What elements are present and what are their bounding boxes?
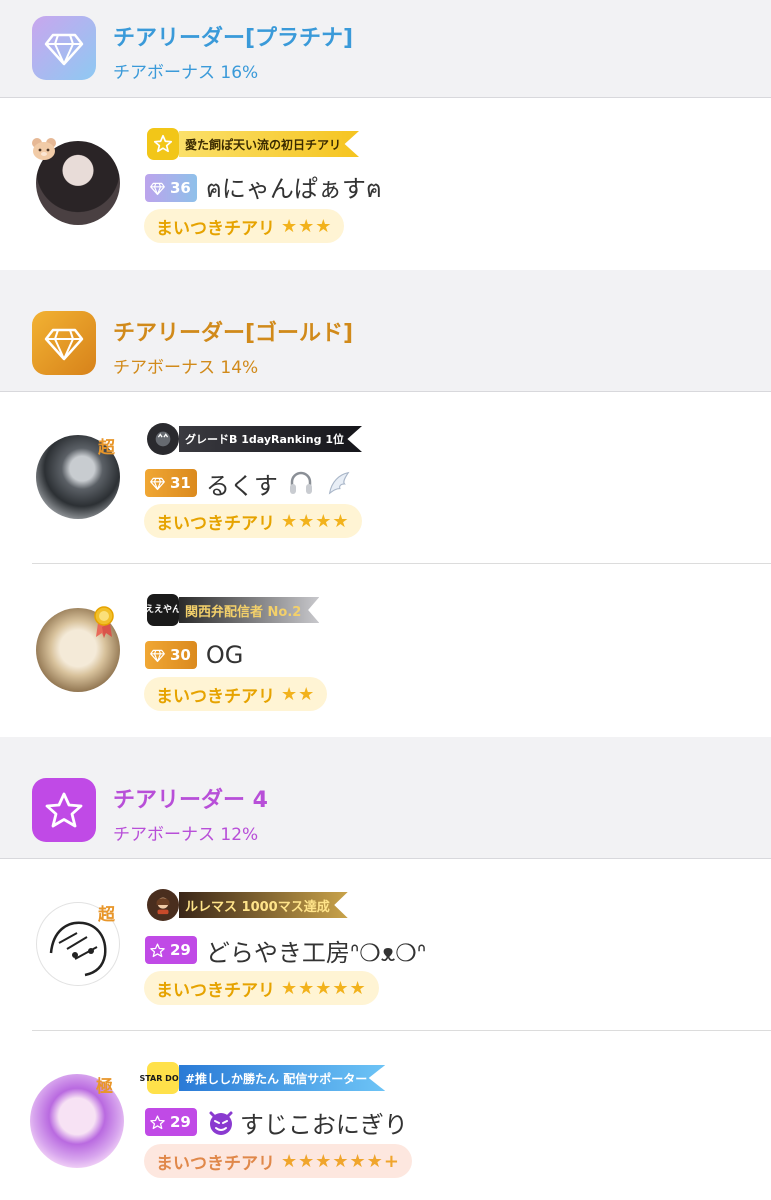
level-badge: 29 [145,936,197,964]
banner-text: ルレマス 1000マス達成 [179,892,348,918]
wing-icon [324,469,352,497]
level-value: 30 [170,646,191,664]
super-badge: 超 [98,905,115,925]
diamond-icon [32,16,96,80]
tier-header-platinum: チアリーダー[プラチナ] チアボーナス 16% [0,0,771,98]
star-rating: ★★★ [281,215,333,237]
achievement-banner: STAR DOM #推ししか勝たん 配信サポーター [139,1062,386,1094]
tier-bonus: チアボーナス 16% [113,63,259,83]
list-item[interactable]: 超 グレードB 1dayRanking 1位 31 るくす まいつきチアリ ★★… [0,393,771,564]
banner-text: #推ししか勝たん 配信サポーター [179,1065,386,1091]
star-icon [32,778,96,842]
super-badge: 超 [98,438,115,458]
star-icon [150,1114,165,1129]
maitsuki-badge: まいつきチアリ ★★ [144,677,328,711]
diamond-icon [150,182,165,195]
tier-title: チアリーダー 4 [113,788,268,813]
level-value: 29 [170,1113,191,1131]
star-rating: ★★★★★ [281,977,367,999]
banner-icon-text: ええやん [145,605,182,615]
banner-text: 関西弁配信者 No.2 [179,597,320,623]
character-emblem-icon [147,889,179,921]
username[interactable]: るくす [206,466,278,501]
banner-text: 愛た飼ぽ天い流の初日チアリ [179,131,360,157]
level-value: 29 [170,941,191,959]
tier-bonus: チアボーナス 14% [113,358,259,378]
star-rating: ★★★★ [281,510,350,532]
extreme-badge: 極 [96,1077,113,1097]
list-item[interactable]: 極 STAR DOM #推ししか勝たん 配信サポーター 29 すじこおにぎり ま… [0,1032,771,1200]
divider [32,563,771,564]
tier-title: チアリーダー[プラチナ] [113,26,354,51]
username[interactable]: すじこおにぎり [240,1105,408,1140]
maitsuki-label: まいつきチアリ [156,1153,275,1174]
level-badge: 31 [145,469,197,497]
level-badge: 30 [145,641,197,669]
star-rating: ★★★★★★+ [281,1150,400,1172]
achievement-banner: 愛た飼ぽ天い流の初日チアリ [147,128,360,160]
name-line: 36 ฅにゃんぱぁすฅ [145,173,382,203]
name-line: 29 すじこおにぎり [145,1105,408,1140]
diamond-icon [150,477,165,490]
maitsuki-badge: まいつきチアリ ★★★★★ [144,971,379,1005]
username[interactable]: OG [206,641,244,669]
list-item[interactable]: 愛た飼ぽ天い流の初日チアリ 36 ฅにゃんぱぁすฅ まいつきチアリ ★★★ [0,99,771,269]
level-badge: 36 [145,174,197,202]
level-value: 36 [170,179,191,197]
level-value: 31 [170,474,191,492]
achievement-banner: ええやん 関西弁配信者 No.2 [145,594,320,626]
username[interactable]: ฅにゃんぱぁすฅ [206,169,382,208]
maitsuki-label: まいつきチアリ [156,513,275,534]
banner-text: グレードB 1dayRanking 1位 [179,426,362,452]
name-line: 30 OG [145,640,243,670]
maitsuki-badge: まいつきチアリ ★★★ [144,209,345,243]
maitsuki-badge: まいつきチアリ ★★★★ [144,504,362,538]
star-icon [150,942,165,957]
name-line: 31 るくす [145,466,352,501]
diamond-icon [32,311,96,375]
maitsuki-badge: まいつきチアリ ★★★★★★+ [144,1144,412,1178]
bear-badge-icon [30,137,58,161]
maitsuki-label: まいつきチアリ [156,686,275,707]
level-badge: 29 [145,1108,197,1136]
achievement-banner: グレードB 1dayRanking 1位 [147,423,362,455]
name-line: 29 どらやき工房ᐢ❍ᴥ❍ᐢ [145,933,426,968]
headphones-icon [286,468,316,498]
star-emblem-icon [147,128,179,160]
ee-yan-emblem-icon: ええやん [145,594,182,626]
list-item[interactable]: ええやん 関西弁配信者 No.2 30 OG まいつきチアリ ★★ [0,565,771,736]
maitsuki-label: まいつきチアリ [156,218,275,239]
tier-header-gold: チアリーダー[ゴールド] チアボーナス 14% [0,270,771,392]
divider [32,1030,771,1031]
tier-header-4: チアリーダー 4 チアボーナス 12% [0,737,771,859]
tier-bonus: チアボーナス 12% [113,825,259,845]
star-rating: ★★ [281,683,316,705]
medal-icon [92,605,116,639]
diamond-icon [150,649,165,662]
list-item[interactable]: 超 ルレマス 1000マス達成 29 どらやき工房ᐢ❍ᴥ❍ᐢ まいつきチアリ ★… [0,860,771,1031]
username[interactable]: どらやき工房ᐢ❍ᴥ❍ᐢ [206,933,426,968]
maitsuki-label: まいつきチアリ [156,980,275,1001]
achievement-banner: ルレマス 1000マス達成 [147,889,348,921]
devil-emoji-icon [206,1107,236,1137]
tier-title: チアリーダー[ゴールド] [113,321,354,346]
stardom-emblem-icon: STAR DOM [139,1062,187,1094]
emblem-icon [147,423,179,455]
